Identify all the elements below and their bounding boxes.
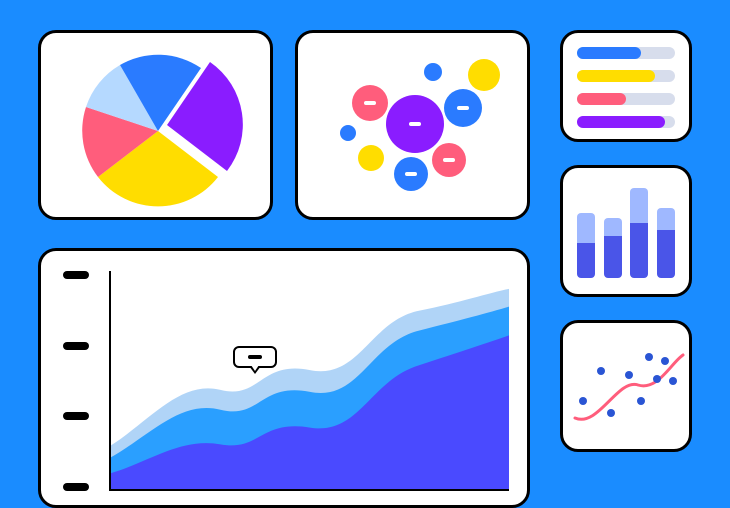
bubble-blue-2	[394, 157, 428, 191]
scatter-point	[625, 371, 633, 379]
bubble-pink-2	[432, 143, 466, 177]
area-chart	[109, 271, 509, 491]
y-tick	[63, 412, 89, 420]
y-tick	[63, 271, 89, 279]
area-chart-svg	[111, 271, 509, 489]
progress-row-purple	[577, 116, 675, 128]
tooltip-value-icon	[248, 355, 262, 359]
scatter-point	[669, 377, 677, 385]
progress-row-pink	[577, 93, 675, 105]
bubble-yellow-2	[358, 145, 384, 171]
scatter-point	[645, 353, 653, 361]
scatter-point	[597, 367, 605, 375]
bar-b	[604, 218, 622, 278]
y-tick	[63, 342, 89, 350]
bubble-blue-sm-1	[424, 63, 442, 81]
scatter-chart-card	[560, 320, 692, 452]
chart-tooltip	[233, 346, 277, 368]
bubble-pink-1	[352, 85, 388, 121]
y-tick	[63, 483, 89, 491]
bar-a	[577, 213, 595, 278]
bar-c	[630, 188, 648, 278]
bar-chart	[577, 182, 675, 278]
bubble-yellow-1	[468, 59, 500, 91]
progress-row-yellow	[577, 70, 675, 82]
progress-chart	[577, 47, 675, 128]
scatter-point	[661, 357, 669, 365]
scatter-point	[607, 409, 615, 417]
scatter-point	[653, 375, 661, 383]
scatter-point	[637, 397, 645, 405]
bubble-chart-card	[295, 30, 530, 220]
bubble-blue-sm-2	[340, 125, 356, 141]
bubble-big-purple	[386, 95, 444, 153]
progress-chart-card	[560, 30, 692, 142]
bubble-blue-1	[444, 89, 482, 127]
y-axis-ticks	[63, 271, 89, 491]
progress-row-blue	[577, 47, 675, 59]
pie-chart-card	[38, 30, 273, 220]
pie-chart	[41, 33, 276, 223]
scatter-point	[579, 397, 587, 405]
bar-d	[657, 208, 675, 278]
bubble-chart	[298, 33, 527, 217]
area-chart-card	[38, 248, 530, 508]
scatter-chart	[563, 323, 695, 455]
trend-line	[575, 355, 683, 419]
bar-chart-card	[560, 165, 692, 297]
